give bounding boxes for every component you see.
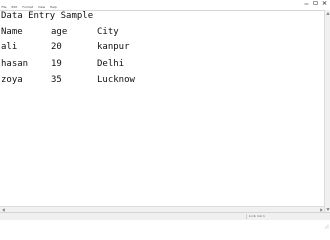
header-name: Name (1, 27, 23, 37)
row-name: zoya (1, 75, 23, 85)
row-age: 20 (51, 42, 62, 52)
status-divider (246, 214, 247, 219)
row-age: 19 (51, 59, 62, 69)
row-name: ali (1, 42, 18, 52)
minimize-icon[interactable] (303, 1, 309, 5)
resize-grip-icon[interactable] (324, 214, 329, 229)
scroll-up-icon[interactable] (325, 10, 330, 16)
header-city: City (97, 27, 119, 37)
row-age: 35 (51, 75, 62, 85)
status-bar: Ln 6, Col 1 (0, 212, 330, 229)
row-city: Lucknow (97, 75, 135, 85)
header-age: age (51, 27, 68, 37)
data-row: hasan 19 Delhi (1, 59, 124, 69)
row-name: hasan (1, 59, 29, 69)
document-title-line: Data Entry Sample (1, 11, 94, 21)
row-city: Delhi (97, 59, 125, 69)
cursor-position: Ln 6, Col 1 (249, 214, 265, 218)
data-row: ali 20 kanpur (1, 42, 130, 52)
data-row: zoya 35 Lucknow (1, 75, 135, 85)
text-editor-area[interactable]: Data Entry Sample Name age City ali 20 k… (0, 10, 324, 212)
vertical-scrollbar[interactable] (324, 10, 330, 212)
header-row: Name age City (1, 27, 119, 37)
maximize-icon[interactable] (312, 0, 318, 5)
close-icon[interactable] (321, 0, 327, 5)
row-city: kanpur (97, 42, 130, 52)
window-controls (303, 0, 330, 5)
